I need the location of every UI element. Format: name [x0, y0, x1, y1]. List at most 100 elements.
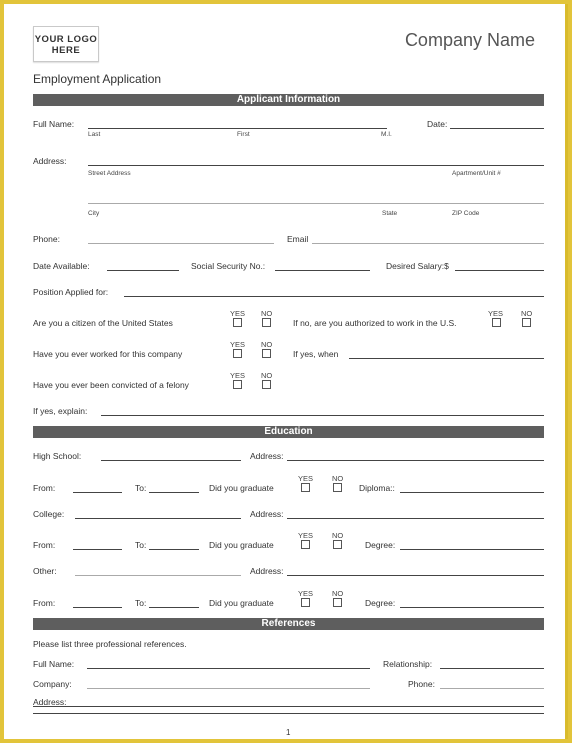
phone-label: Phone: — [33, 234, 60, 244]
form-page: YOUR LOGO HERE Company Name Employment A… — [4, 4, 568, 739]
other-address-field[interactable] — [287, 575, 544, 576]
worked-yes-checkbox[interactable] — [233, 349, 242, 358]
logo-text-line2: HERE — [51, 45, 81, 56]
college-degree-label: Degree: — [365, 540, 396, 550]
diploma-label: Diploma:: — [359, 483, 395, 493]
college-to-label: To: — [135, 540, 147, 550]
hs-from-label: From: — [33, 483, 56, 493]
high-school-address-label: Address: — [250, 451, 284, 461]
explain-field[interactable] — [101, 415, 544, 416]
hs-yes-checkbox[interactable] — [301, 483, 310, 492]
ref-phone-field[interactable] — [440, 688, 544, 689]
address-label: Address: — [33, 156, 67, 166]
desired-salary-field[interactable] — [455, 270, 544, 271]
felony-no-checkbox[interactable] — [262, 380, 271, 389]
section-header-education: Education — [33, 426, 544, 438]
other-address-label: Address: — [250, 566, 284, 576]
when-field[interactable] — [349, 358, 544, 359]
other-from-label: From: — [33, 598, 56, 608]
ref-full-name-label: Full Name: — [33, 659, 75, 669]
date-available-label: Date Available: — [33, 261, 90, 271]
ref-company-label: Company: — [33, 679, 72, 689]
when-label: If yes, when — [293, 349, 339, 359]
other-no-label: NO — [332, 589, 344, 598]
date-field[interactable] — [450, 128, 544, 129]
diploma-field[interactable] — [400, 492, 544, 493]
explain-label: If yes, explain: — [33, 406, 88, 416]
apt-sublabel: Apartment/Unit # — [452, 170, 501, 177]
zip-sublabel: ZIP Code — [452, 210, 480, 217]
other-yes-label: YES — [298, 589, 314, 598]
worked-yes-label: YES — [230, 340, 246, 349]
high-school-address-field[interactable] — [287, 460, 544, 461]
college-yes-label: YES — [298, 531, 314, 540]
logo-text-line1: YOUR LOGO — [34, 34, 98, 45]
college-degree-field[interactable] — [400, 549, 544, 550]
first-sublabel: First — [237, 131, 250, 138]
college-address-field[interactable] — [287, 518, 544, 519]
other-label: Other: — [33, 566, 57, 576]
worked-no-checkbox[interactable] — [262, 349, 271, 358]
college-no-label: NO — [332, 531, 344, 540]
company-name: Company Name — [404, 30, 535, 50]
hs-yes-label: YES — [298, 474, 314, 483]
full-name-label: Full Name: — [33, 119, 75, 129]
authorized-yes-label: YES — [488, 309, 504, 318]
other-degree-field[interactable] — [400, 607, 544, 608]
other-no-checkbox[interactable] — [333, 598, 342, 607]
city-state-zip-field[interactable] — [88, 203, 544, 204]
citizen-yes-label: YES — [230, 309, 246, 318]
high-school-field[interactable] — [101, 460, 241, 461]
position-field[interactable] — [124, 296, 544, 297]
ref-address-field[interactable] — [33, 706, 544, 707]
position-label: Position Applied for: — [33, 287, 109, 297]
email-field[interactable] — [312, 243, 544, 244]
ref-phone-label: Phone: — [408, 679, 435, 689]
ssn-label: Social Security No.: — [191, 261, 266, 271]
ref-company-field[interactable] — [87, 688, 370, 689]
other-yes-checkbox[interactable] — [301, 598, 310, 607]
last-sublabel: Last — [88, 131, 101, 138]
authorized-yes-checkbox[interactable] — [492, 318, 501, 327]
ref-relationship-label: Relationship: — [383, 659, 433, 669]
college-from-field[interactable] — [73, 549, 122, 550]
college-from-label: From: — [33, 540, 56, 550]
logo-placeholder: YOUR LOGO HERE — [33, 26, 99, 62]
other-from-field[interactable] — [73, 607, 122, 608]
citizen-yes-checkbox[interactable] — [233, 318, 242, 327]
ref-relationship-field[interactable] — [440, 668, 544, 669]
ref-address-field-line2[interactable] — [33, 713, 544, 714]
authorized-question: If no, are you authorized to work in the… — [293, 318, 457, 328]
college-to-field[interactable] — [149, 549, 199, 550]
college-yes-checkbox[interactable] — [301, 540, 310, 549]
ref-full-name-field[interactable] — [87, 668, 370, 669]
worked-question: Have you ever worked for this company — [33, 349, 183, 359]
high-school-label: High School: — [33, 451, 82, 461]
date-available-field[interactable] — [107, 270, 179, 271]
other-field[interactable] — [75, 575, 241, 576]
authorized-no-checkbox[interactable] — [522, 318, 531, 327]
worked-no-label: NO — [261, 340, 273, 349]
citizen-no-checkbox[interactable] — [262, 318, 271, 327]
college-no-checkbox[interactable] — [333, 540, 342, 549]
hs-no-checkbox[interactable] — [333, 483, 342, 492]
college-graduate-label: Did you graduate — [209, 540, 274, 550]
other-to-field[interactable] — [149, 607, 199, 608]
hs-from-field[interactable] — [73, 492, 122, 493]
date-label: Date: — [427, 119, 448, 129]
ssn-field[interactable] — [275, 270, 370, 271]
street-address-field[interactable] — [88, 165, 544, 166]
felony-yes-checkbox[interactable] — [233, 380, 242, 389]
email-label: Email — [287, 234, 309, 244]
city-sublabel: City — [88, 210, 100, 217]
other-to-label: To: — [135, 598, 147, 608]
full-name-field[interactable] — [88, 128, 387, 129]
page-number: 1 — [286, 728, 291, 737]
mi-sublabel: M.I. — [381, 131, 392, 138]
hs-to-field[interactable] — [149, 492, 199, 493]
citizen-question: Are you a citizen of the United States — [33, 318, 173, 328]
college-field[interactable] — [75, 518, 241, 519]
desired-salary-label: Desired Salary:$ — [386, 261, 449, 271]
hs-no-label: NO — [332, 474, 344, 483]
phone-field[interactable] — [88, 243, 274, 244]
